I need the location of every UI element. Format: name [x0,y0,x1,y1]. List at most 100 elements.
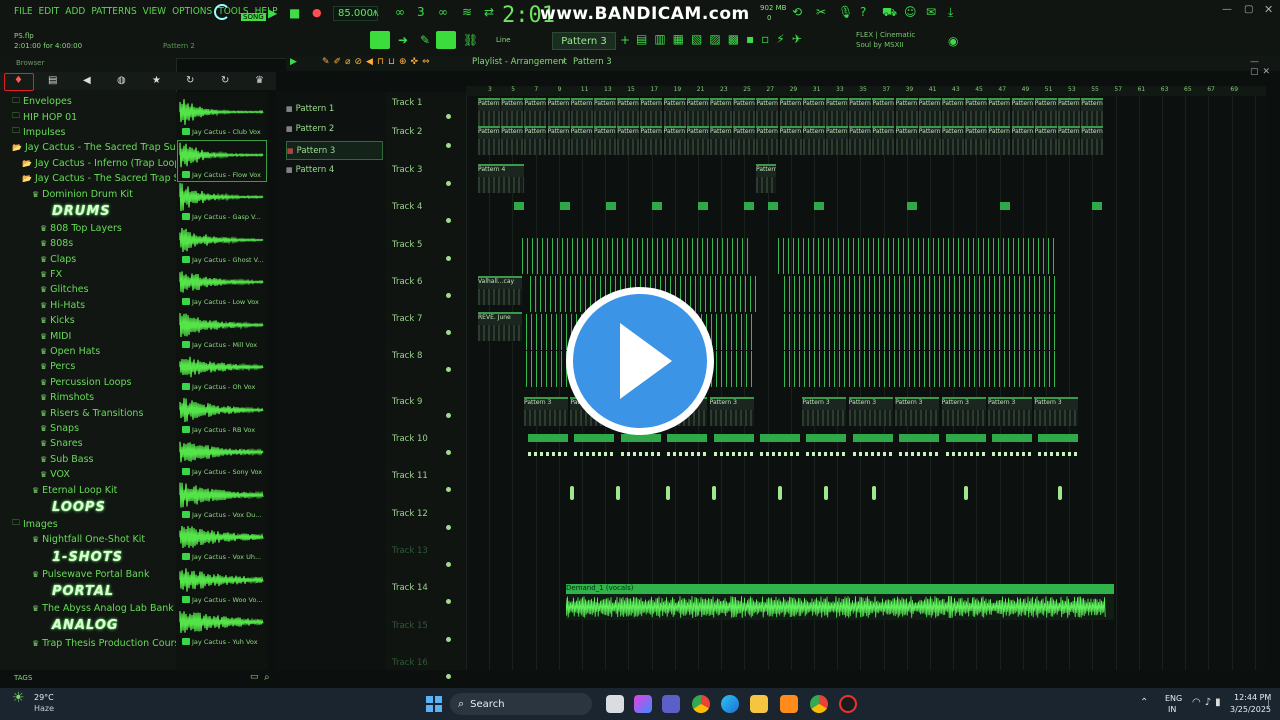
clip-body[interactable] [872,111,895,127]
browser-item[interactable]: ♛ 808 Top Layers [0,221,176,236]
track-mute-led[interactable] [446,330,451,335]
clip-body[interactable] [988,139,1011,155]
clip-body[interactable] [941,410,986,426]
teams-icon[interactable] [662,695,680,713]
clip-body[interactable] [802,139,825,155]
clip-marker[interactable] [907,202,917,210]
magnet-icon[interactable] [436,31,456,49]
sample-play-icon[interactable] [182,425,190,433]
news-line-1[interactable]: FLEX | Cinematic [856,31,915,39]
browser-item[interactable]: ♛ Percs [0,359,176,374]
clip-marker[interactable] [713,434,754,442]
crown-icon[interactable]: ♛ [255,75,264,86]
sample-preview[interactable]: Jay Cactus - Flow Vox [177,139,267,182]
note-block[interactable] [899,452,940,456]
browser-item[interactable]: ♛ Trap Thesis Production Course [0,635,185,650]
browser-item[interactable]: ♛ Rimshots [0,390,176,405]
note-block[interactable] [620,452,661,456]
menu-patterns[interactable]: PATTERNS [91,6,136,17]
browser-item[interactable]: ♛ Pulsewave Portal Bank [0,567,176,582]
browser-item[interactable]: ♛ Eternal Loop Kit [0,482,176,497]
sample-preview[interactable]: Jay Cactus - Vox Uh... [178,523,266,563]
clip-marker[interactable] [852,434,893,442]
browser-item[interactable]: 📂 Jay Cactus - Inferno (Trap Loop Kit) [0,156,200,171]
file-icon[interactable]: ▤ [48,75,57,86]
note-block[interactable] [666,486,670,500]
sample-preview[interactable]: Jay Cactus - Mill Vox [178,311,266,351]
lang-code[interactable]: ENG [1165,694,1182,703]
track-header[interactable]: Track 2 [392,127,422,137]
link-icon[interactable]: ⛓ [463,33,478,47]
clip-body[interactable] [1011,111,1034,127]
track-header[interactable]: Track 1 [392,98,422,108]
track-mute-led[interactable] [446,367,451,372]
sample-preview[interactable]: Jay Cactus - RB Vox [178,396,266,436]
note-block[interactable] [667,452,708,456]
clip-marker[interactable] [1038,434,1079,442]
news-line-2[interactable]: Soul by MSXII [856,41,904,49]
speaker-icon[interactable]: ◀ [83,75,91,86]
track-mute-led[interactable] [446,293,451,298]
clip-body[interactable] [826,111,848,127]
clip-body[interactable] [756,177,776,193]
sample-play-icon[interactable] [182,213,190,220]
download-icon[interactable]: ⤓ [948,5,953,20]
browser-item[interactable]: ♛ Hi-Hats [0,298,176,313]
note-block[interactable] [760,452,800,456]
sample-play-icon[interactable] [182,510,190,518]
track-mute-led[interactable] [446,114,451,119]
clip-body[interactable] [895,111,918,127]
clip-marker[interactable] [760,434,800,442]
pattern-item[interactable]: ▦ Pattern 4 [286,162,381,179]
clip-body[interactable] [570,111,593,127]
clip-marker[interactable] [514,202,524,210]
clip-marker[interactable] [945,434,986,442]
globe-icon[interactable]: ◍ [117,75,126,86]
clip-body[interactable] [478,325,522,341]
clip-marker[interactable] [814,202,824,210]
mic-icon[interactable]: 🎙 [838,5,853,19]
chrome-icon[interactable] [692,695,710,713]
help-icon[interactable]: ? [860,5,866,19]
sample-preview[interactable]: Jay Cactus - Vox Du... [178,481,266,521]
stop-icon[interactable]: ■ [289,6,300,20]
clip-marker[interactable] [667,434,708,442]
clip-body[interactable] [733,111,756,127]
browser-item[interactable]: ♛ Risers & Transitions [0,405,176,420]
note-block[interactable] [784,351,1056,387]
menu-options[interactable]: OPTIONS [172,6,212,17]
record-icon[interactable]: ● [312,6,322,19]
clip-body[interactable] [1034,111,1057,127]
clip-marker[interactable] [620,434,661,442]
clip-marker[interactable] [1092,202,1102,210]
browser-item[interactable]: 🗀 Envelopes [0,94,176,109]
clip-marker[interactable] [744,202,754,210]
pattern-selector[interactable]: Pattern 3 [552,32,616,50]
clip-body[interactable] [594,111,616,127]
note-block[interactable] [964,486,968,500]
refresh-icon[interactable]: ↻ [221,75,229,86]
browser-item[interactable]: ♛ Glitches [0,282,176,297]
browser-item[interactable]: ♛ Claps [0,252,176,267]
clip-body[interactable] [872,139,895,155]
clip-body[interactable] [478,111,500,127]
menu-view[interactable]: VIEW [143,6,166,17]
clip-body[interactable] [710,111,732,127]
sample-play-icon[interactable] [182,595,190,603]
track-header[interactable]: Track 14 [392,583,428,593]
cut-icon[interactable]: ✂ [816,5,826,19]
sample-preview[interactable]: Jay Cactus - Gasp V... [178,183,266,223]
clip-body[interactable] [640,111,663,127]
window-shortcut-icons[interactable]: ▤▥▦▧▨▩▪▫⚡✈ [636,32,809,46]
clip-body[interactable] [918,139,941,155]
history-icon[interactable]: ↻ [186,75,194,86]
sample-play-icon[interactable] [182,340,190,348]
news-icon[interactable]: ◉ [948,34,958,48]
clip-body[interactable] [918,111,941,127]
track-header[interactable]: Track 10 [392,434,428,444]
countdown-icon[interactable]: 3 [417,5,425,19]
clip-body[interactable] [895,410,940,426]
browser-item[interactable]: ♛ Kicks [0,313,176,328]
track-header[interactable]: Track 11 [392,471,428,481]
add-pattern-icon[interactable]: + [620,33,630,47]
